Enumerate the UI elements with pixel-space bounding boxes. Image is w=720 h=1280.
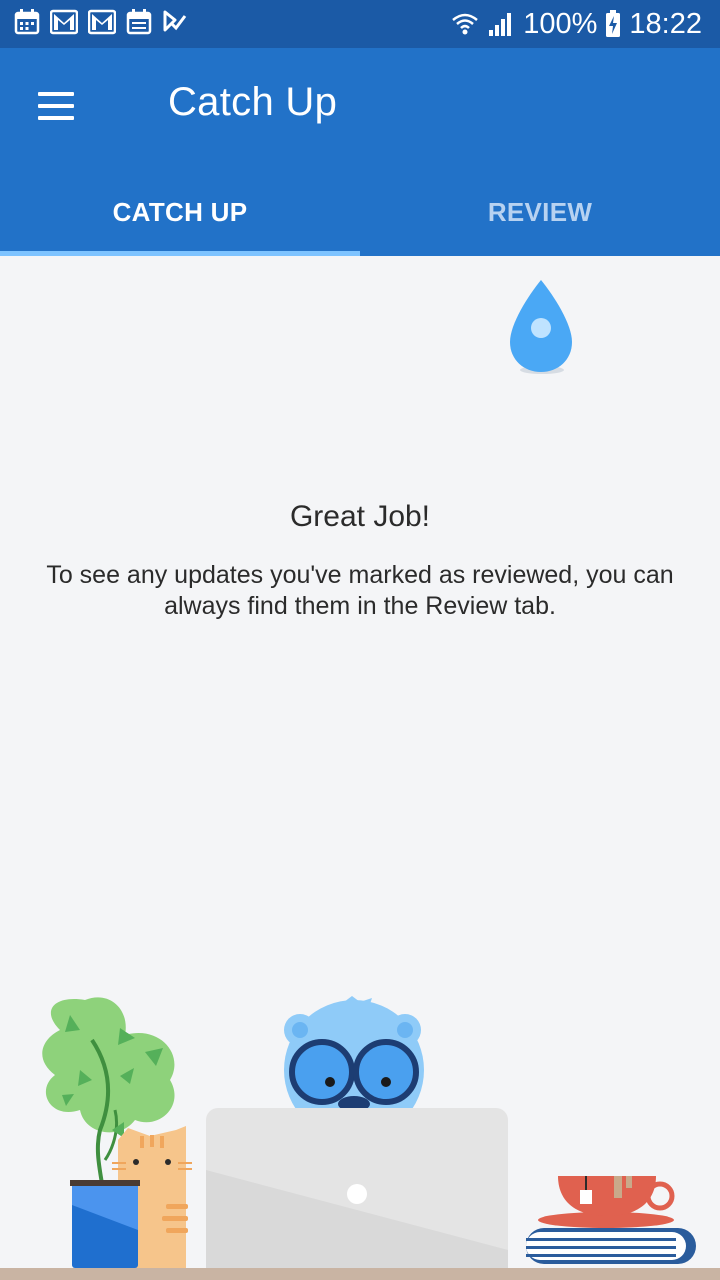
empty-state-message: To see any updates you've marked as revi… bbox=[46, 561, 674, 620]
plant-pot-illustration bbox=[70, 1180, 140, 1268]
calendar-icon bbox=[126, 9, 152, 35]
laptop-illustration bbox=[206, 1108, 508, 1280]
gmail-icon bbox=[50, 9, 78, 35]
calendar-icon bbox=[14, 9, 40, 35]
desk-surface bbox=[0, 1268, 720, 1280]
mascot-at-laptop-illustration bbox=[0, 996, 720, 1280]
tab-label: CATCH UP bbox=[112, 196, 248, 227]
app-bar: Catch Up CATCH UP REVIEW bbox=[0, 48, 720, 256]
clock: 18:22 bbox=[629, 7, 702, 40]
books-illustration bbox=[526, 1228, 696, 1264]
page-title: Catch Up bbox=[168, 80, 338, 124]
battery-charging-icon bbox=[606, 10, 621, 37]
tab-review[interactable]: REVIEW bbox=[360, 168, 720, 256]
tab-label: REVIEW bbox=[487, 196, 593, 227]
tab-indicator bbox=[0, 251, 360, 256]
notification-icons bbox=[14, 8, 188, 36]
hamburger-menu-icon[interactable] bbox=[38, 92, 76, 120]
empty-state-heading: Great Job! bbox=[289, 500, 431, 533]
tab-catch-up[interactable]: CATCH UP bbox=[0, 168, 360, 256]
status-bar: 100% 18:22 bbox=[0, 0, 720, 48]
battery-percent: 100% bbox=[523, 7, 598, 40]
check-icon bbox=[163, 10, 187, 32]
gmail-icon bbox=[88, 9, 116, 35]
water-drop-icon bbox=[510, 280, 572, 374]
signal-icon bbox=[489, 13, 512, 36]
wifi-icon bbox=[452, 13, 479, 35]
teacup-illustration bbox=[538, 1176, 675, 1228]
